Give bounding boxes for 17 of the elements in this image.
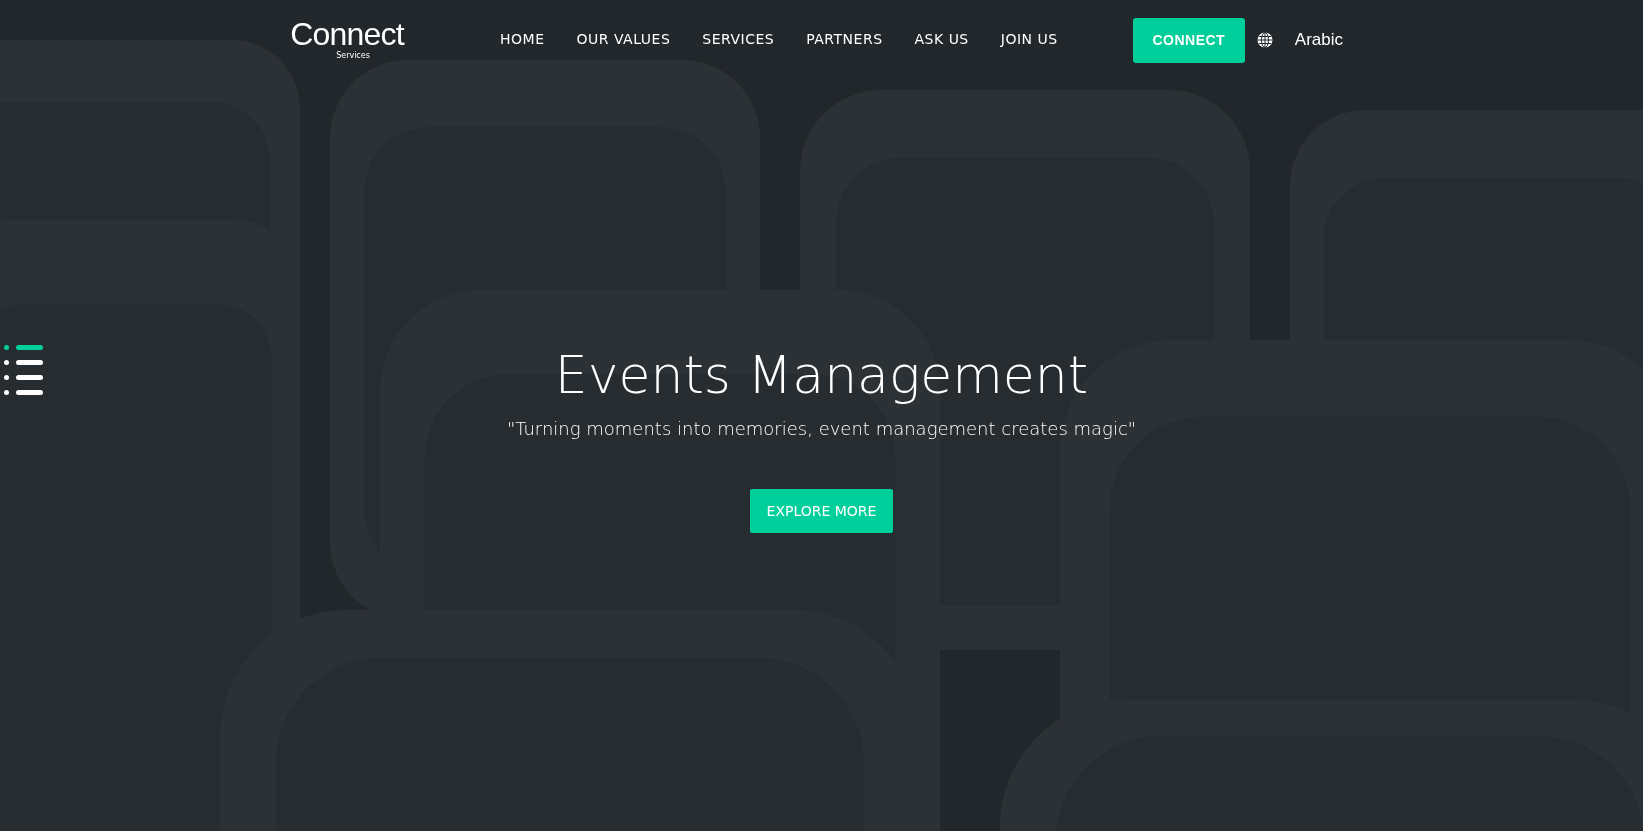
nav-link[interactable]: SERVICES (702, 28, 775, 50)
nav-link[interactable]: OUR VALUES (576, 28, 671, 50)
nav-link[interactable]: PARTNERS (806, 28, 883, 50)
slide-indicator[interactable] (4, 389, 43, 395)
logo[interactable]: Connect Services (276, 16, 418, 60)
logo-tagline: Services (336, 50, 370, 60)
nav-link[interactable]: HOME (500, 28, 545, 50)
language-link[interactable]: Arabic (1294, 27, 1343, 53)
nav-link[interactable]: ASK US (914, 28, 969, 50)
slide-indicator[interactable] (4, 359, 43, 365)
slide-indicator[interactable] (4, 374, 43, 380)
hero-title: Events Management (554, 344, 1089, 407)
nav-link[interactable]: JOIN US (1000, 28, 1058, 50)
hero-subtitle: "Turning moments into memories, event management creates magic" (506, 417, 1137, 441)
logo-wordmark: Connect (290, 16, 404, 51)
slide-indicator[interactable] (4, 344, 43, 350)
globe-icon (1256, 32, 1273, 48)
